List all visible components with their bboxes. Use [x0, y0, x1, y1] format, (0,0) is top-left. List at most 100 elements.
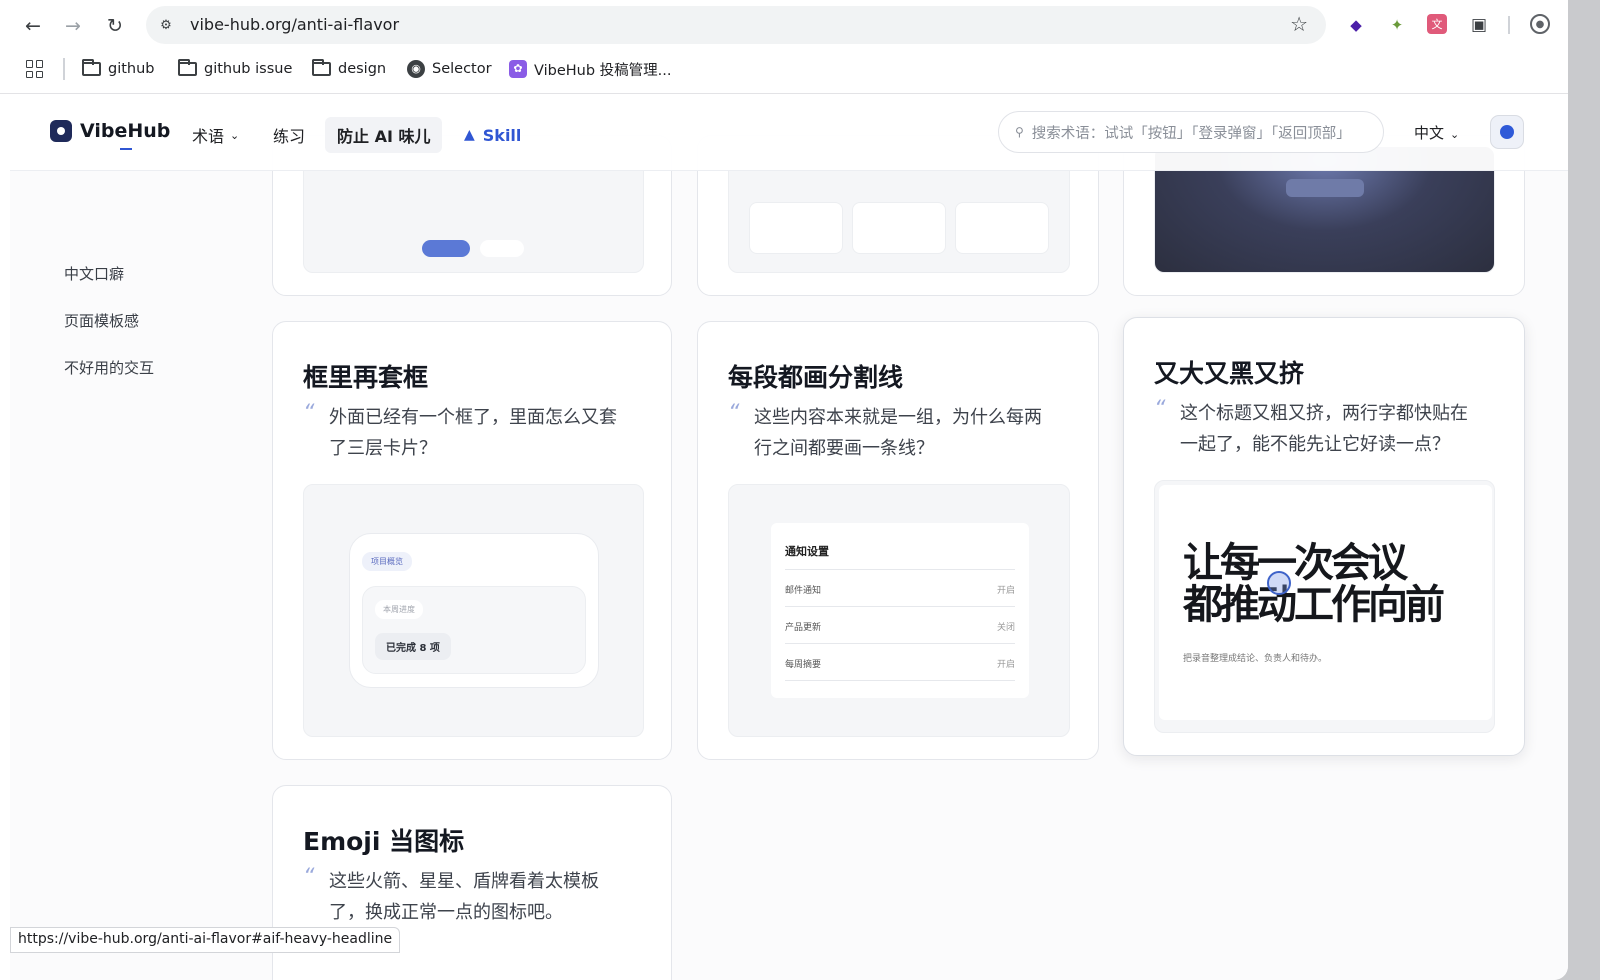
card-divider-lines[interactable]: 每段都画分割线 “ 这些内容本来就是一组，为什么每两 行之间都要画一条线？ 通知…: [697, 321, 1099, 760]
bookmark-star-icon[interactable]: ☆: [1290, 12, 1308, 36]
back-icon[interactable]: ←: [19, 12, 47, 40]
quote-line: 外面已经有一个框了，里面怎么又套: [329, 407, 617, 428]
card-quote: “ 外面已经有一个框了，里面怎么又套 了三层卡片？: [303, 401, 653, 464]
settings-row-value: 开启: [996, 586, 1015, 596]
site-settings-icon[interactable]: ⚙: [156, 15, 176, 35]
status-bar-url: https://vibe-hub.org/anti-ai-flavor#aif-…: [10, 927, 401, 953]
quote-line: 了三层卡片？: [329, 438, 437, 459]
chevron-down-icon: ⌄: [230, 128, 240, 142]
logo-underline: [120, 148, 132, 150]
card-quote: “ 这个标题又粗又挤，两行字都快贴在 一起了，能不能先让它好读一点？: [1154, 397, 1504, 460]
toc-item-bad-interactions[interactable]: 不好用的交互: [64, 357, 154, 378]
preview-settings-panel: 通知设置 邮件通知 开启 产品更新 关闭 每周摘要 开启: [771, 523, 1029, 698]
divider-line: [785, 643, 1015, 644]
preview-inner-tag: 本周进度: [375, 600, 423, 619]
nav-practice-label: 练习: [273, 127, 306, 146]
nav-skill[interactable]: ▲ Skill: [452, 117, 533, 153]
nav-anti-ai-flavor[interactable]: 防止 AI 味儿: [325, 117, 443, 153]
bookmark-github-issue[interactable]: github issue: [178, 57, 292, 81]
nav-terms[interactable]: 术语 ⌄: [180, 117, 251, 153]
toc-item-chinese-tics[interactable]: 中文口癖: [64, 263, 124, 284]
extension-translate-icon[interactable]: 文: [1427, 14, 1447, 34]
settings-row-value: 开启: [996, 660, 1015, 670]
preview-tag: 项目概览: [362, 552, 412, 571]
skill-icon: ▲: [464, 127, 475, 143]
forward-icon[interactable]: →: [59, 12, 87, 40]
nav-skill-label: Skill: [482, 125, 522, 145]
bookmarks-divider: [63, 58, 65, 80]
globe-icon: ◉: [407, 60, 425, 78]
preview-pill-active: [422, 240, 470, 257]
card-heavy-headline[interactable]: 又大又黑又挤 “ 这个标题又粗又挤，两行字都快贴在 一起了，能不能先让它好读一点…: [1123, 317, 1525, 756]
bookmark-github[interactable]: github: [82, 57, 155, 81]
preview-result: 已完成 8 项: [375, 633, 451, 660]
bookmark-label: design: [338, 61, 387, 77]
settings-row-label: 每周摘要: [785, 660, 822, 670]
web-page: VibeHub 术语 ⌄ 练习 防止 AI 味儿 ▲ Skill ⚲ 搜索术语：试试「…: [10, 95, 1568, 980]
preview-headline-line1: 让每一次会议: [1183, 540, 1408, 586]
browser-toolbar: ← → ↻ ⚙ vibe-hub.org/anti-ai-flavor ☆ ◆ …: [0, 0, 1568, 94]
preview-headline-line2: 都推动工作向前: [1183, 582, 1445, 628]
quote-line: 这个标题又粗又挤，两行字都快贴在: [1180, 403, 1468, 424]
quote-line: 这些内容本来就是一组，为什么每两: [754, 407, 1042, 428]
divider-line: [785, 606, 1015, 607]
settings-row-value: 关闭: [996, 623, 1015, 633]
theme-toggle-button[interactable]: [1490, 115, 1524, 149]
card-title: 又大又黑又挤: [1154, 359, 1305, 388]
chevron-down-icon: ⌄: [1450, 128, 1460, 141]
settings-row-label: 产品更新: [785, 623, 822, 633]
extension-puzzle-green-icon[interactable]: ✦: [1386, 14, 1408, 36]
bookmark-design[interactable]: design: [312, 57, 386, 81]
profile-avatar-icon[interactable]: ●: [1530, 14, 1550, 34]
cursor-indicator-icon: [1267, 571, 1291, 595]
site-header: VibeHub 术语 ⌄ 练习 防止 AI 味儿 ▲ Skill ⚲ 搜索术语：试试「…: [10, 95, 1568, 171]
search-input[interactable]: ⚲ 搜索术语：试试「按钮」「登录弹窗」「返回顶部」: [998, 111, 1384, 153]
toc-item-template-feel[interactable]: 页面模板感: [64, 310, 139, 331]
bookmark-label: VibeHub 投稿管理...: [534, 62, 672, 79]
folder-icon: [82, 59, 101, 76]
quote-mark-icon: “: [303, 865, 315, 890]
preview-headline-sub: 把录音整理成结论、负责人和待办。: [1183, 654, 1328, 664]
extensions-puzzle-icon[interactable]: ▣: [1468, 14, 1490, 36]
extension-diamond-icon[interactable]: ◆: [1345, 14, 1367, 36]
divider-line: [785, 569, 1015, 570]
bookmark-vibehub[interactable]: ✿ VibeHub 投稿管理...: [509, 57, 672, 81]
card-title: Emoji 当图标: [303, 827, 465, 856]
language-select[interactable]: 中文 ⌄: [1414, 122, 1459, 143]
preview-mini-card: [955, 202, 1049, 254]
quote-mark-icon: “: [303, 401, 315, 426]
card-quote: “ 这些内容本来就是一组，为什么每两 行之间都要画一条线？: [728, 401, 1078, 464]
folder-icon: [312, 59, 331, 76]
vibehub-favicon-icon: ✿: [509, 60, 527, 78]
card-preview: 通知设置 邮件通知 开启 产品更新 关闭 每周摘要 开启: [728, 484, 1070, 737]
preview-inner-box: 本周进度 已完成 8 项: [362, 586, 586, 674]
quote-line: 这些火箭、星星、盾牌看着太模板: [329, 871, 599, 892]
preview-mini-card: [852, 202, 946, 254]
quote-mark-icon: “: [728, 401, 740, 426]
nav-anti-ai-label: 防止 AI 味儿: [337, 127, 431, 146]
card-nested-boxes[interactable]: 框里再套框 “ 外面已经有一个框了，里面怎么又套 了三层卡片？ 项目概览 本周进…: [272, 321, 672, 760]
preview-dark-pill: [1286, 179, 1364, 197]
card-quote: “ 这些火箭、星星、盾牌看着太模板 了，换成正常一点的图标吧。: [303, 865, 653, 928]
preview-mini-card: [749, 202, 843, 254]
nav-terms-label: 术语: [192, 127, 225, 146]
address-bar[interactable]: ⚙ vibe-hub.org/anti-ai-flavor ☆: [146, 6, 1326, 44]
bookmark-selector[interactable]: ◉ Selector: [407, 57, 492, 81]
nav-practice[interactable]: 练习: [261, 117, 317, 153]
settings-row-label: 邮件通知: [785, 586, 822, 596]
card-preview: 项目概览 本周进度 已完成 8 项: [303, 484, 644, 737]
address-url[interactable]: vibe-hub.org/anti-ai-flavor: [190, 15, 399, 34]
card-title: 每段都画分割线: [728, 363, 904, 392]
card-title: 框里再套框: [303, 363, 429, 392]
theme-dot-icon: [1500, 125, 1514, 139]
bookmark-label: github: [108, 61, 155, 77]
apps-grid-icon[interactable]: [26, 60, 44, 78]
divider-line: [785, 680, 1015, 681]
quote-mark-icon: “: [1154, 397, 1166, 422]
site-logo[interactable]: VibeHub: [50, 120, 171, 150]
reload-icon[interactable]: ↻: [101, 12, 129, 40]
preview-settings-title: 通知设置: [785, 545, 829, 558]
site-logo-text: VibeHub: [80, 120, 171, 142]
quote-line: 行之间都要画一条线？: [754, 438, 934, 459]
search-icon: ⚲: [1015, 125, 1024, 139]
